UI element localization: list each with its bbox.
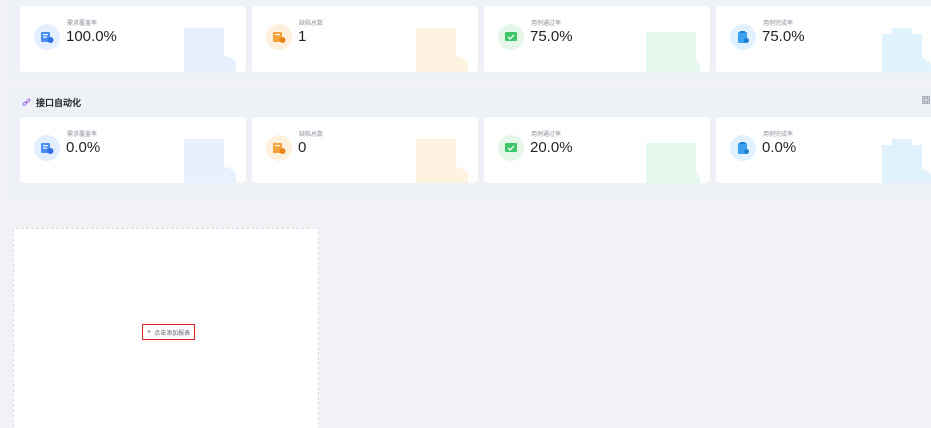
monitor-watermark-icon [644, 137, 700, 183]
grid-icon[interactable] [921, 95, 931, 105]
add-chart-panel: + 点击添加报表 [13, 228, 319, 428]
dashboard-page: 需求覆盖率 100.0% 缺陷总数 1 用例通过率 75.0% 用例完成率 75… [0, 0, 931, 428]
metric-card-case-complete-rate: 用例完成率 75.0% [716, 6, 931, 72]
requirement-coverage-icon [34, 24, 60, 50]
metric-label: 缺陷总数 [299, 132, 324, 138]
section-header: 接口自动化 [22, 94, 81, 110]
metric-value: 0.0% [66, 139, 101, 156]
link-icon [22, 98, 31, 107]
requirement-coverage-icon [34, 135, 60, 161]
metric-label: 需求覆盖率 [67, 21, 98, 27]
document-watermark-icon [412, 137, 470, 183]
metric-card-case-pass-rate: 用例通过率 75.0% [484, 6, 710, 72]
metric-label: 用例通过率 [531, 21, 562, 27]
metric-value: 75.0% [530, 28, 573, 45]
metric-value: 0.0% [762, 139, 797, 156]
metric-value: 20.0% [530, 139, 573, 156]
metric-label: 用例通过率 [531, 132, 562, 138]
case-complete-icon [730, 135, 756, 161]
metric-label: 缺陷总数 [299, 21, 324, 27]
metric-value: 1 [298, 28, 307, 45]
metric-card-case-pass-rate: 用例通过率 20.0% [484, 117, 710, 183]
document-watermark-icon [180, 137, 238, 183]
clipboard-watermark-icon [876, 137, 931, 183]
metric-card-defect-total: 缺陷总数 0 [252, 117, 478, 183]
monitor-watermark-icon [644, 26, 700, 72]
metric-value: 75.0% [762, 28, 805, 45]
metric-card-requirement-coverage: 需求覆盖率 0.0% [20, 117, 246, 183]
case-pass-icon [498, 24, 524, 50]
metric-card-case-complete-rate: 用例完成率 0.0% [716, 117, 931, 183]
metric-card-requirement-coverage: 需求覆盖率 100.0% [20, 6, 246, 72]
case-pass-icon [498, 135, 524, 161]
add-chart-button[interactable]: + 点击添加报表 [142, 324, 196, 340]
clipboard-watermark-icon [876, 26, 931, 72]
metric-value: 0 [298, 139, 307, 156]
add-chart-label: 点击添加报表 [154, 330, 191, 337]
document-watermark-icon [180, 26, 238, 72]
metric-label: 用例完成率 [763, 132, 794, 138]
defect-icon [266, 135, 292, 161]
plus-icon: + [147, 328, 152, 336]
metric-label: 用例完成率 [763, 21, 794, 27]
defect-icon [266, 24, 292, 50]
document-watermark-icon [412, 26, 470, 72]
section-title: 接口自动化 [36, 97, 82, 108]
metric-label: 需求覆盖率 [67, 132, 98, 138]
case-complete-icon [730, 24, 756, 50]
metric-card-defect-total: 缺陷总数 1 [252, 6, 478, 72]
metric-value: 100.0% [66, 28, 117, 45]
